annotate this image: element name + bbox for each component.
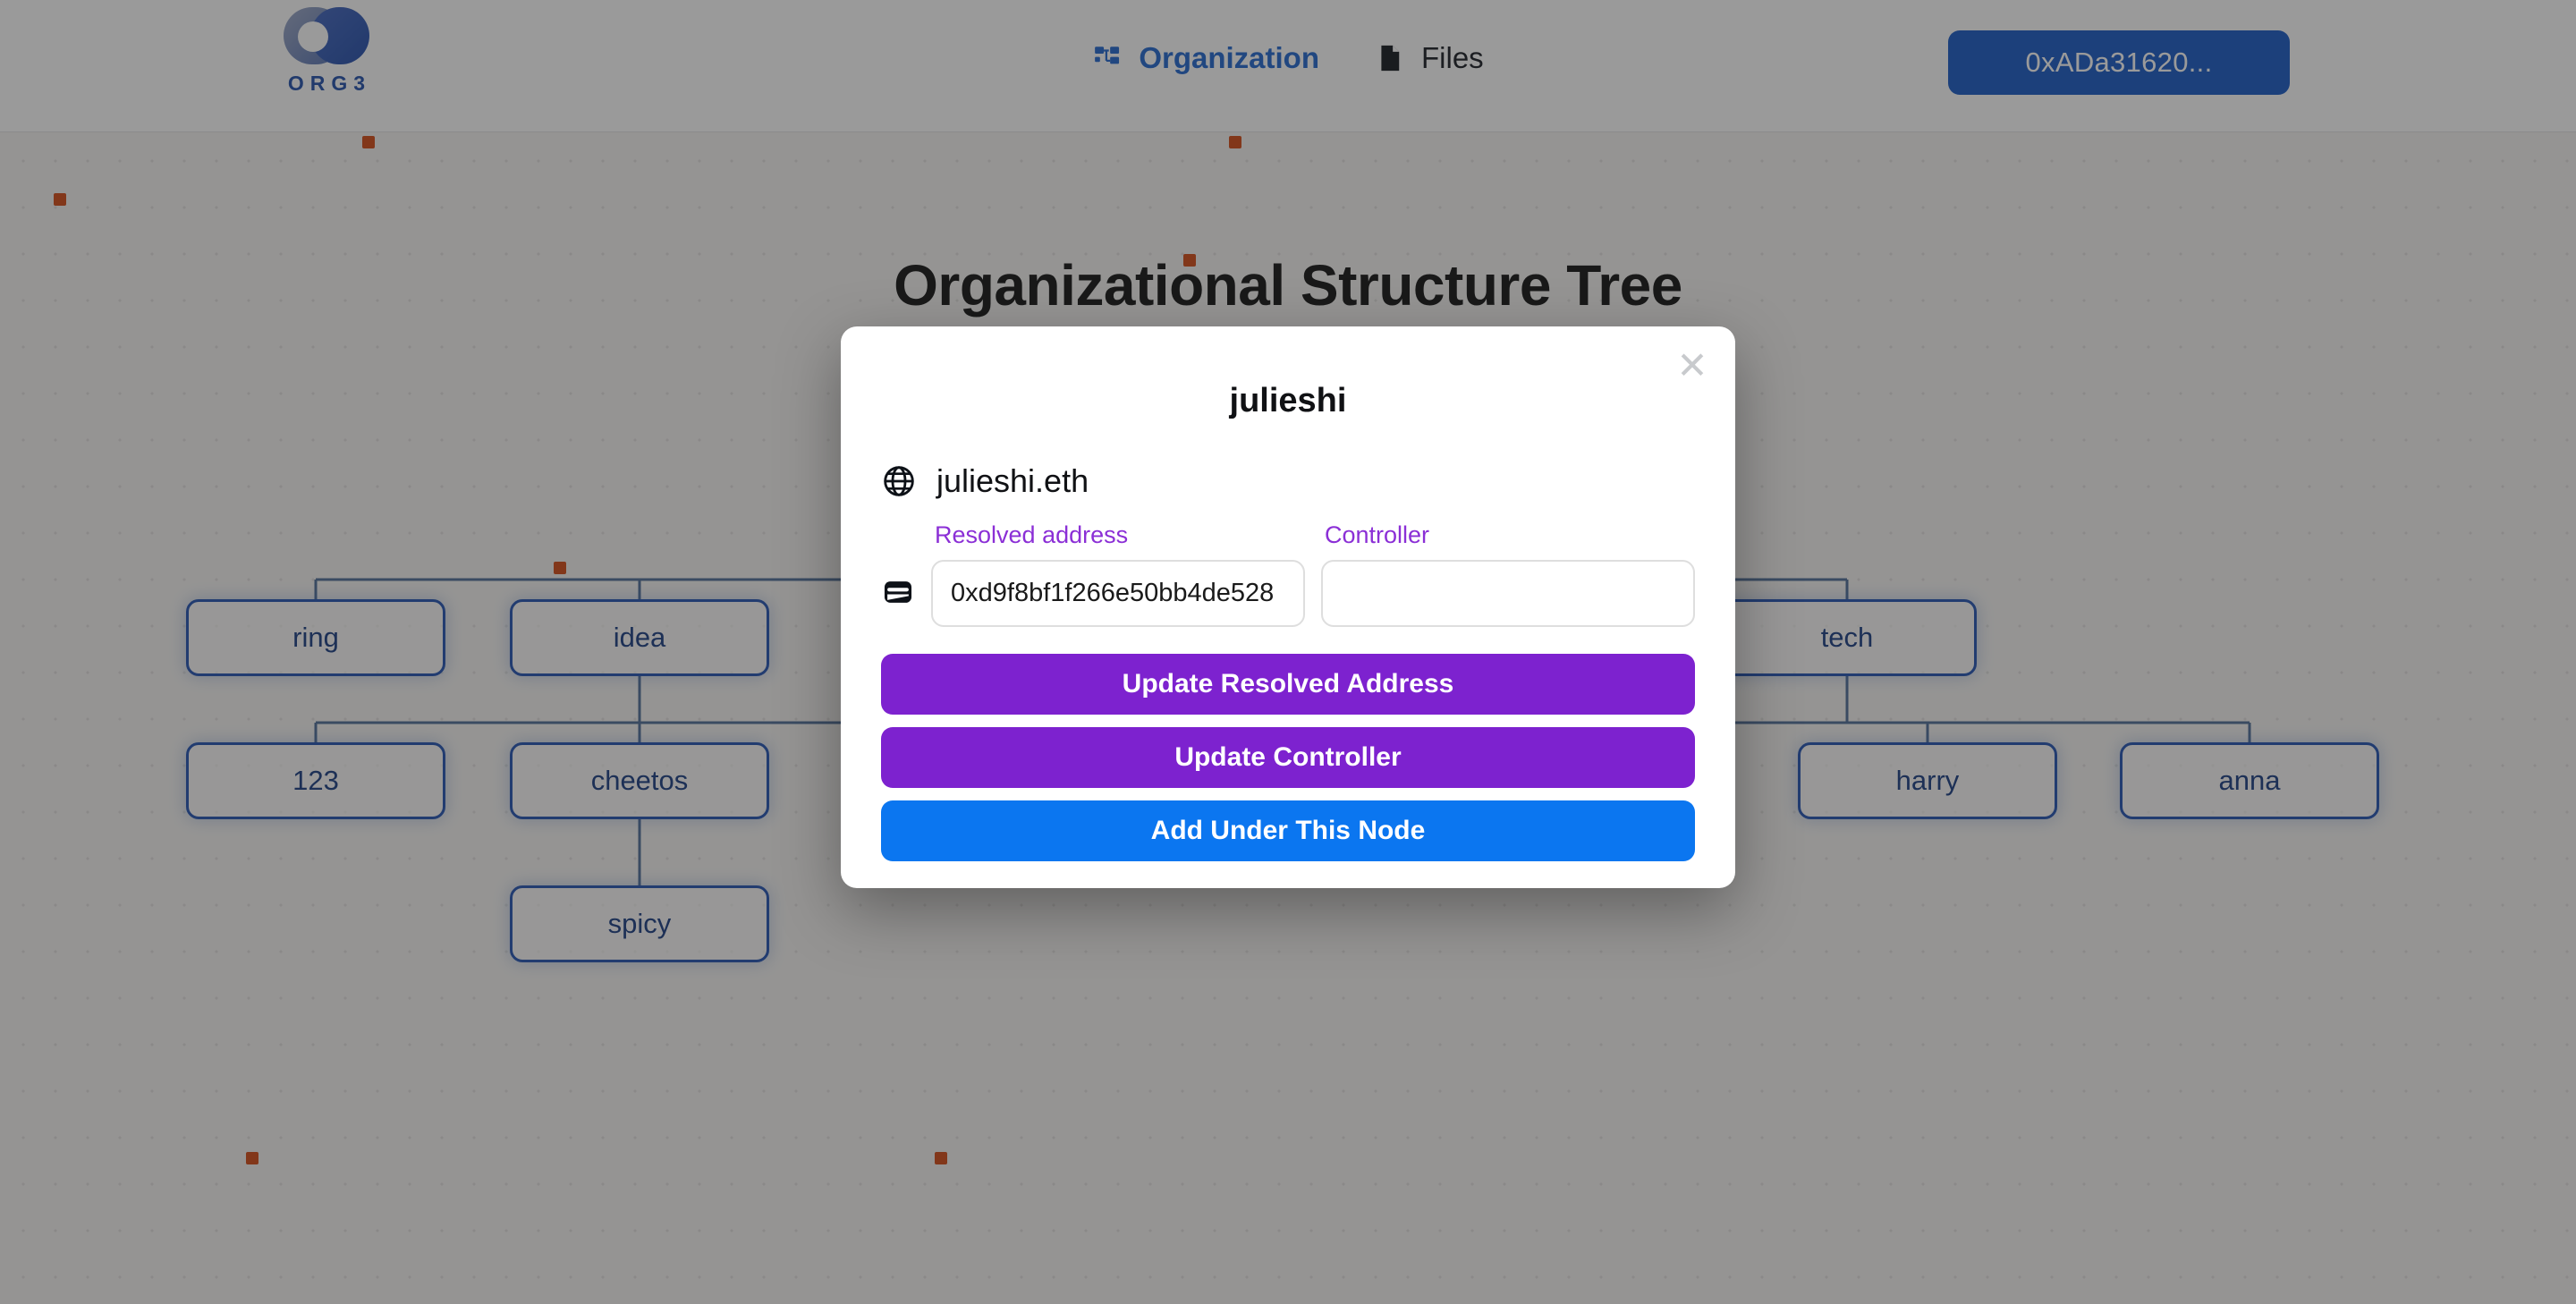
globe-icon <box>884 466 914 496</box>
update-resolved-address-button[interactable]: Update Resolved Address <box>881 654 1695 715</box>
resolved-address-label: Resolved address <box>935 521 1129 548</box>
modal-title: julieshi <box>1229 382 1347 419</box>
ens-name-label: julieshi.eth <box>936 462 1089 499</box>
close-icon[interactable]: ✕ <box>1669 343 1716 389</box>
controller-input[interactable] <box>1321 560 1695 627</box>
modal-field-row: Resolved address Controller <box>881 521 1735 627</box>
add-under-this-node-button[interactable]: Add Under This Node <box>881 800 1695 861</box>
controller-label: Controller <box>1325 521 1430 548</box>
ens-name-row: julieshi.eth <box>881 462 1735 500</box>
resolved-address-input[interactable] <box>931 560 1305 627</box>
resolved-address-field-group: Resolved address <box>931 521 1305 627</box>
controller-field-group: Controller <box>1321 521 1695 627</box>
node-detail-modal: ✕ julieshi julieshi.eth Resolved address… <box>841 326 1735 888</box>
wallet-card-icon <box>884 581 912 603</box>
update-controller-button[interactable]: Update Controller <box>881 727 1695 788</box>
modal-action-buttons: Update Resolved Address Update Controlle… <box>881 654 1695 861</box>
